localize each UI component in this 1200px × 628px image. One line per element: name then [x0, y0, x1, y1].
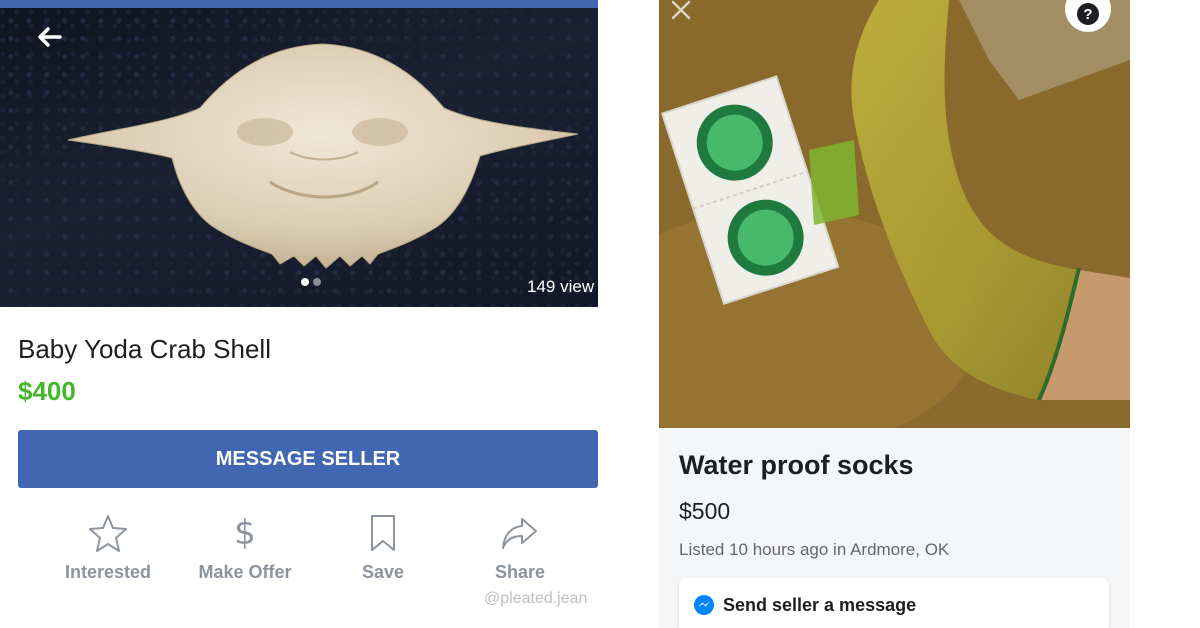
listing-price: $400 [18, 376, 76, 406]
make-offer-label: Make Offer [198, 562, 292, 582]
view-count: 149 view [527, 277, 595, 296]
watermark: @pleated.jean [484, 590, 588, 607]
listing-meta: Listed 10 hours ago in Ardmore, OK [679, 540, 950, 559]
interested-button[interactable]: Interested [43, 512, 173, 583]
messenger-icon [694, 595, 714, 615]
share-label: Share [494, 562, 546, 582]
carousel-dot-active[interactable] [301, 278, 309, 286]
listing-photo-right[interactable]: ? [659, 0, 1130, 428]
listing-title: Water proof socks [679, 450, 914, 480]
top-bar [0, 0, 598, 8]
crab-shell-image [67, 43, 579, 269]
close-icon[interactable] [669, 0, 695, 22]
listing-actions: Interested $ Make Offer Save Share [0, 512, 598, 592]
listing-photo[interactable]: 149 view [0, 8, 598, 307]
listing-details: Water proof socks $500 Listed 10 hours a… [659, 428, 1130, 628]
carousel-dot[interactable] [313, 278, 321, 286]
bookmark-icon [371, 515, 395, 551]
send-seller-message-button[interactable]: Send seller a message [679, 578, 1109, 628]
star-icon [89, 515, 127, 552]
save-button[interactable]: Save [318, 512, 448, 583]
message-seller-button[interactable]: MESSAGE SELLER [18, 430, 598, 488]
share-button[interactable]: Share [455, 512, 585, 583]
carousel-indicator [301, 278, 321, 286]
listing-title: Baby Yoda Crab Shell [18, 334, 271, 364]
socks-photo-image [659, 0, 1130, 428]
save-label: Save [361, 562, 405, 582]
make-offer-button[interactable]: $ Make Offer [180, 512, 310, 583]
right-listing-panel: ? Water proof socks $500 Listed 10 hours… [659, 0, 1130, 628]
left-listing-panel: 149 view Baby Yoda Crab Shell $400 MESSA… [0, 0, 598, 628]
listing-price: $500 [679, 498, 731, 524]
help-icon: ? [1077, 3, 1099, 25]
dollar-icon: $ [234, 513, 256, 553]
share-icon [502, 518, 537, 549]
send-message-label: Send seller a message [723, 595, 917, 615]
interested-label: Interested [64, 562, 152, 582]
